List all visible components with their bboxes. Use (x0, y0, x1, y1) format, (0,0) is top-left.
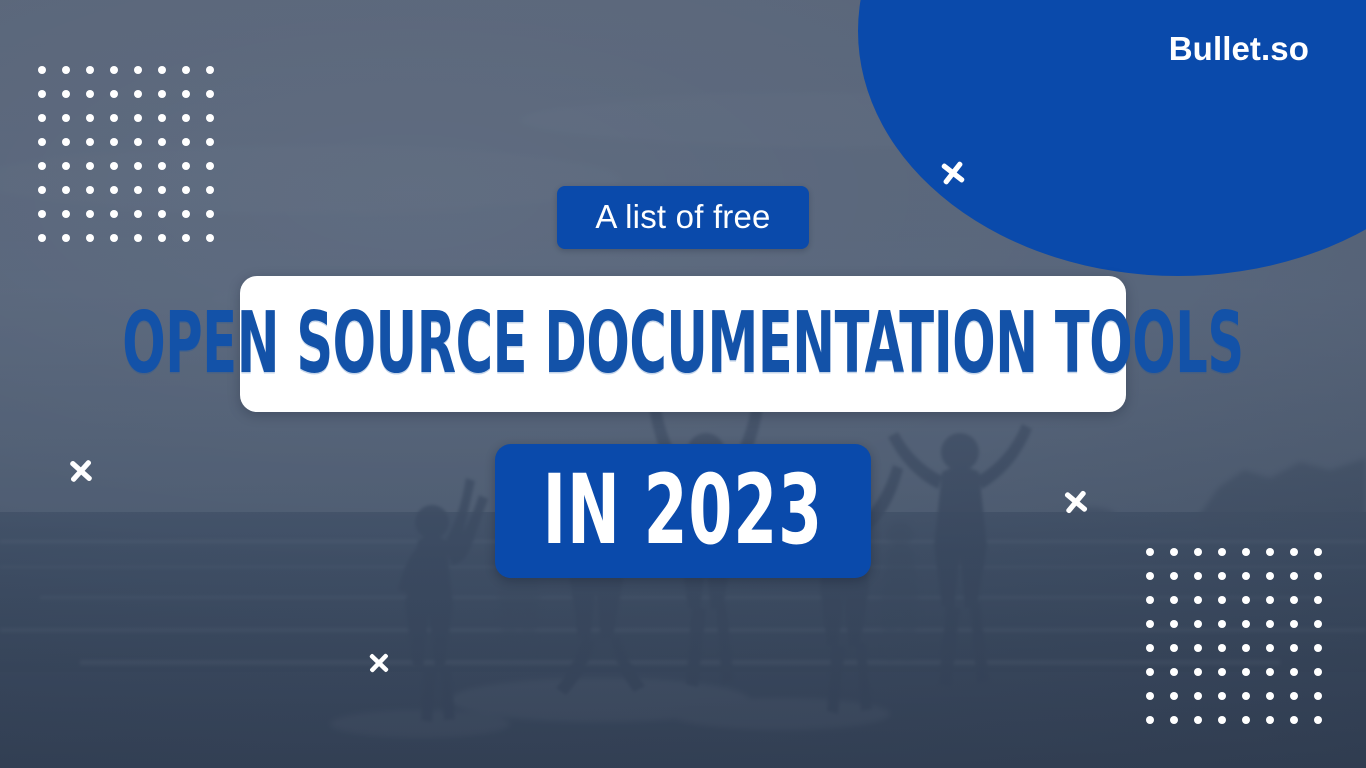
dot (54, 130, 78, 154)
dot (150, 82, 174, 106)
dot (126, 82, 150, 106)
dot (54, 154, 78, 178)
dot (150, 58, 174, 82)
dot (174, 106, 198, 130)
dot (1282, 708, 1306, 732)
dot (54, 82, 78, 106)
dot (1210, 636, 1234, 660)
dot (1186, 684, 1210, 708)
dot (1138, 588, 1162, 612)
dot (30, 82, 54, 106)
dot (78, 130, 102, 154)
dot (1282, 636, 1306, 660)
dot (126, 154, 150, 178)
dot (198, 154, 222, 178)
dot (198, 130, 222, 154)
dot (78, 58, 102, 82)
dot (1258, 684, 1282, 708)
dot (1210, 588, 1234, 612)
dot (1210, 684, 1234, 708)
dot (1186, 588, 1210, 612)
dot (1138, 708, 1162, 732)
dot (1234, 708, 1258, 732)
dot (150, 154, 174, 178)
dot (1186, 612, 1210, 636)
dot (1138, 684, 1162, 708)
dot (102, 106, 126, 130)
dot (126, 130, 150, 154)
year-label: IN 2023 (542, 455, 824, 567)
dot (1138, 636, 1162, 660)
dot (1162, 636, 1186, 660)
dot (150, 130, 174, 154)
dot (150, 106, 174, 130)
dot (1282, 684, 1306, 708)
dot (1234, 588, 1258, 612)
dot (1162, 708, 1186, 732)
dot (30, 130, 54, 154)
kicker-badge: A list of free (557, 186, 809, 249)
dot (1162, 684, 1186, 708)
dot (1138, 660, 1162, 684)
cross-icon (366, 650, 392, 676)
year-badge: IN 2023 (495, 444, 871, 578)
dot (1234, 660, 1258, 684)
dot (1306, 684, 1330, 708)
dot (30, 106, 54, 130)
dot (102, 154, 126, 178)
headline-stack: A list of free OPEN SOURCE DOCUMENTATION… (0, 186, 1366, 578)
dot (126, 106, 150, 130)
dot (1306, 708, 1330, 732)
dot (1258, 612, 1282, 636)
dot (78, 82, 102, 106)
dot (54, 58, 78, 82)
dot (30, 58, 54, 82)
dot (1210, 660, 1234, 684)
dot (1186, 708, 1210, 732)
dot (1306, 588, 1330, 612)
dot (102, 82, 126, 106)
dot (1210, 708, 1234, 732)
dot (1138, 612, 1162, 636)
dot (1234, 636, 1258, 660)
dot (1306, 612, 1330, 636)
dot (78, 154, 102, 178)
dot (174, 58, 198, 82)
dot (1210, 612, 1234, 636)
dot (1234, 612, 1258, 636)
dot (1234, 684, 1258, 708)
dot (102, 58, 126, 82)
page-title: OPEN SOURCE DOCUMENTATION TOOLS (122, 294, 1244, 393)
dot (54, 106, 78, 130)
title-card: OPEN SOURCE DOCUMENTATION TOOLS (122, 276, 1244, 412)
dot (1258, 588, 1282, 612)
brand-logo[interactable]: Bullet.so (1169, 30, 1309, 68)
dot (174, 154, 198, 178)
dot (78, 106, 102, 130)
dot (1186, 636, 1210, 660)
dot (1258, 708, 1282, 732)
dot (198, 106, 222, 130)
dot (198, 58, 222, 82)
dot (102, 130, 126, 154)
dot (1258, 660, 1282, 684)
dot (30, 154, 54, 178)
dot (1282, 588, 1306, 612)
dot (1162, 588, 1186, 612)
dot (174, 130, 198, 154)
dot (1186, 660, 1210, 684)
cross-icon (938, 158, 968, 188)
dot (1282, 612, 1306, 636)
dot (126, 58, 150, 82)
dot (174, 82, 198, 106)
poster-canvas: Bullet.so A list of free OPEN SOURCE DOC… (0, 0, 1366, 768)
dot (1306, 636, 1330, 660)
dot (1162, 660, 1186, 684)
dot (1258, 636, 1282, 660)
dot (1282, 660, 1306, 684)
dot (1306, 660, 1330, 684)
dot (1162, 612, 1186, 636)
dot (198, 82, 222, 106)
